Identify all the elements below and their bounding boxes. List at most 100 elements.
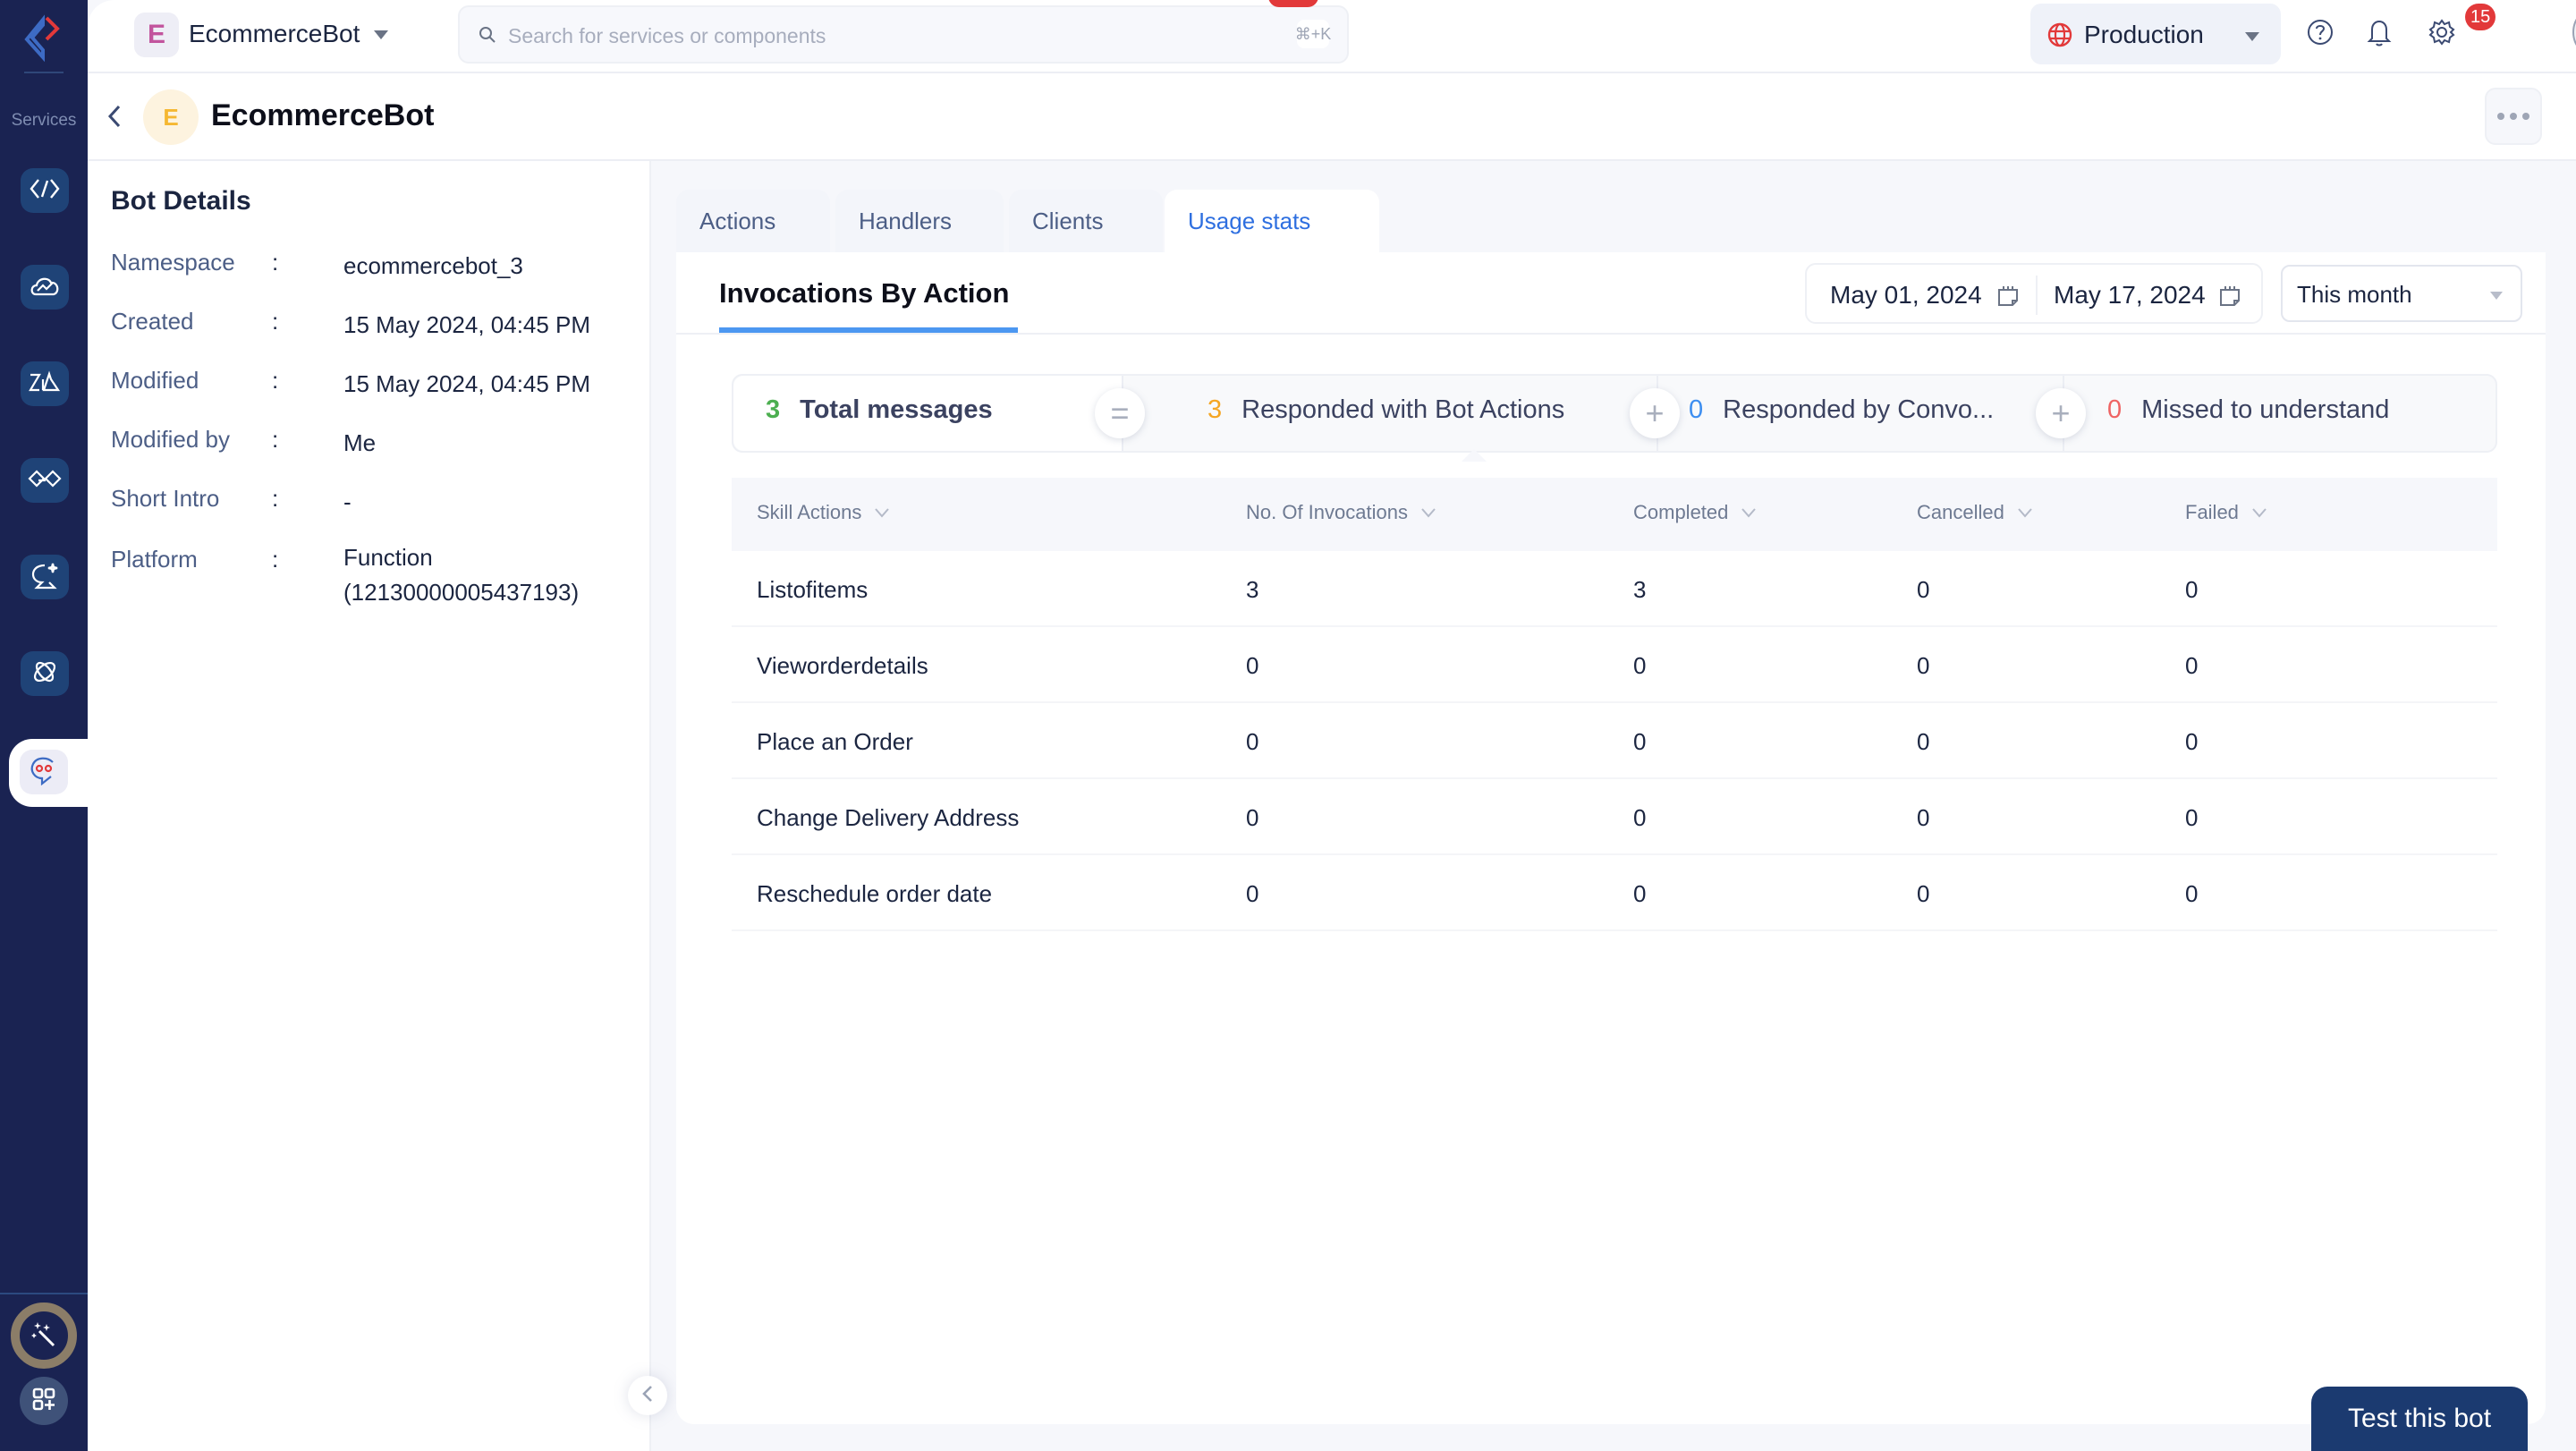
detail-value: - bbox=[343, 488, 352, 515]
bot-details-panel: Bot Details Namespace : ecommercebot_3 C… bbox=[88, 161, 651, 1451]
search-icon bbox=[478, 25, 497, 49]
tab-actions[interactable]: Actions bbox=[676, 190, 830, 252]
catalyst-logo-icon[interactable] bbox=[20, 13, 70, 63]
column-label: Completed bbox=[1633, 501, 1729, 523]
rail-item-orbit[interactable] bbox=[21, 651, 69, 696]
chatbot-icon bbox=[28, 755, 60, 790]
detail-label: Modified bbox=[111, 367, 199, 394]
table-row[interactable]: Vieworderdetails 0 0 0 0 bbox=[732, 627, 2497, 703]
table-row[interactable]: Place an Order 0 0 0 0 bbox=[732, 703, 2497, 779]
project-name[interactable]: EcommerceBot bbox=[189, 20, 360, 48]
global-search[interactable]: ⌘+K bbox=[458, 5, 1349, 64]
rail-bottom-divider bbox=[0, 1293, 88, 1294]
table-cell: 0 bbox=[1917, 880, 1930, 907]
notification-count-badge: 15 bbox=[2465, 4, 2496, 30]
tab-handlers[interactable]: Handlers bbox=[835, 190, 1004, 252]
settings-button[interactable] bbox=[2424, 16, 2460, 52]
test-bot-button[interactable]: Test this bot bbox=[2311, 1387, 2528, 1451]
orbit-link-icon bbox=[30, 657, 60, 692]
detail-separator: : bbox=[272, 485, 279, 512]
add-apps-button[interactable] bbox=[20, 1377, 68, 1425]
detail-label: Modified by bbox=[111, 426, 230, 453]
rail-item-zia[interactable] bbox=[21, 361, 69, 406]
rail-item-chatbot[interactable] bbox=[20, 750, 68, 794]
plus-icon: + bbox=[2036, 388, 2086, 438]
user-avatar[interactable] bbox=[2572, 5, 2576, 59]
message-summary-bar: 3 Total messages = 3 Responded with Bot Ac… bbox=[732, 374, 2497, 453]
column-header-failed[interactable]: Failed bbox=[2185, 501, 2267, 524]
more-options-button[interactable] bbox=[2485, 88, 2542, 145]
collapse-panel-button[interactable] bbox=[628, 1376, 667, 1415]
tab-clients[interactable]: Clients bbox=[1009, 190, 1163, 252]
section-title[interactable]: Invocations By Action bbox=[719, 277, 1009, 310]
rail-item-cloud[interactable] bbox=[21, 265, 69, 310]
end-date[interactable]: May 17, 2024 bbox=[2054, 281, 2206, 310]
summary-value: 0 bbox=[1689, 395, 1704, 424]
calendar-icon[interactable] bbox=[1996, 284, 2020, 312]
table-cell: 0 bbox=[1917, 728, 1930, 755]
notifications-button[interactable] bbox=[2361, 16, 2397, 52]
detail-separator: : bbox=[272, 426, 279, 453]
table-cell: 0 bbox=[1633, 880, 1647, 907]
calendar-icon[interactable] bbox=[2218, 284, 2241, 312]
summary-pointer bbox=[1462, 449, 1487, 462]
table-cell: 0 bbox=[2185, 576, 2199, 603]
app-root: Services E EcommerceBot Search for servi… bbox=[0, 0, 2576, 1451]
detail-separator: : bbox=[272, 546, 279, 573]
detail-value: 15 May 2024, 04:45 PM bbox=[343, 370, 591, 397]
column-header-cancelled[interactable]: Cancelled bbox=[1917, 501, 2033, 524]
handshake-icon bbox=[28, 468, 62, 494]
rail-divider bbox=[24, 72, 64, 73]
column-header-invocations[interactable]: No. Of Invocations bbox=[1246, 501, 1436, 524]
chevron-left-icon bbox=[107, 104, 122, 133]
sort-chevron-icon bbox=[1421, 508, 1436, 518]
chevron-down-icon bbox=[2490, 292, 2503, 300]
summary-value: 3 bbox=[1208, 395, 1223, 424]
detail-label: Namespace bbox=[111, 249, 235, 276]
invocations-table: Skill Actions No. Of Invocations Complet… bbox=[732, 478, 2497, 931]
cloud-analytics-icon bbox=[29, 273, 61, 302]
tab-usage-stats[interactable]: Usage stats bbox=[1165, 190, 1379, 252]
detail-value: 15 May 2024, 04:45 PM bbox=[343, 311, 591, 338]
table-cell: 0 bbox=[1246, 652, 1259, 679]
usage-stats-panel: Invocations By Action May 01, 2024 May 1… bbox=[676, 252, 2546, 1424]
detail-value: Function (12130000005437193) bbox=[343, 544, 580, 606]
date-range-picker: May 01, 2024 May 17, 2024 bbox=[1805, 263, 2263, 324]
column-header-completed[interactable]: Completed bbox=[1633, 501, 1757, 524]
search-shortcut-hint: ⌘+K bbox=[1295, 20, 1331, 48]
table-cell: 0 bbox=[2185, 728, 2199, 755]
table-cell: 3 bbox=[1246, 576, 1259, 603]
chat-sparkle-icon bbox=[30, 560, 60, 595]
start-date[interactable]: May 01, 2024 bbox=[1830, 281, 1982, 310]
detail-separator: : bbox=[272, 249, 279, 276]
environment-label: Production bbox=[2084, 21, 2204, 48]
table-cell: 0 bbox=[1633, 804, 1647, 831]
column-header-skill-actions[interactable]: Skill Actions bbox=[757, 501, 890, 524]
table-cell: 0 bbox=[1246, 728, 1259, 755]
bot-details-title: Bot Details bbox=[111, 186, 251, 216]
table-row[interactable]: Change Delivery Address 0 0 0 0 bbox=[732, 779, 2497, 855]
help-button[interactable] bbox=[2302, 16, 2338, 52]
table-row[interactable]: Reschedule order date 0 0 0 0 bbox=[732, 855, 2497, 931]
sort-chevron-icon bbox=[2018, 508, 2032, 518]
skill-action-name: Place an Order bbox=[757, 728, 913, 755]
rail-item-ai-chat[interactable] bbox=[21, 555, 69, 599]
detail-separator: : bbox=[272, 367, 279, 394]
table-row[interactable]: Listofitems 3 3 0 0 bbox=[732, 551, 2497, 627]
section-divider bbox=[676, 333, 2546, 335]
back-button[interactable] bbox=[102, 102, 127, 134]
project-dropdown-caret-icon[interactable] bbox=[374, 30, 388, 39]
magic-wand-button[interactable] bbox=[11, 1303, 77, 1369]
period-select[interactable]: This month bbox=[2281, 265, 2522, 322]
environment-select[interactable]: Production bbox=[2030, 4, 2281, 64]
rail-item-integrations[interactable] bbox=[21, 458, 69, 503]
sort-chevron-icon bbox=[875, 508, 890, 518]
search-input[interactable] bbox=[508, 18, 1224, 54]
rail-services-label: Services bbox=[11, 111, 77, 130]
rail-item-code[interactable] bbox=[21, 168, 69, 213]
project-avatar[interactable]: E bbox=[134, 13, 179, 57]
table-cell: 0 bbox=[2185, 880, 2199, 907]
detail-value: Me bbox=[343, 429, 377, 456]
summary-bot-actions: 3 Responded with Bot Actions bbox=[1208, 395, 1564, 425]
column-label: Cancelled bbox=[1917, 501, 2004, 523]
